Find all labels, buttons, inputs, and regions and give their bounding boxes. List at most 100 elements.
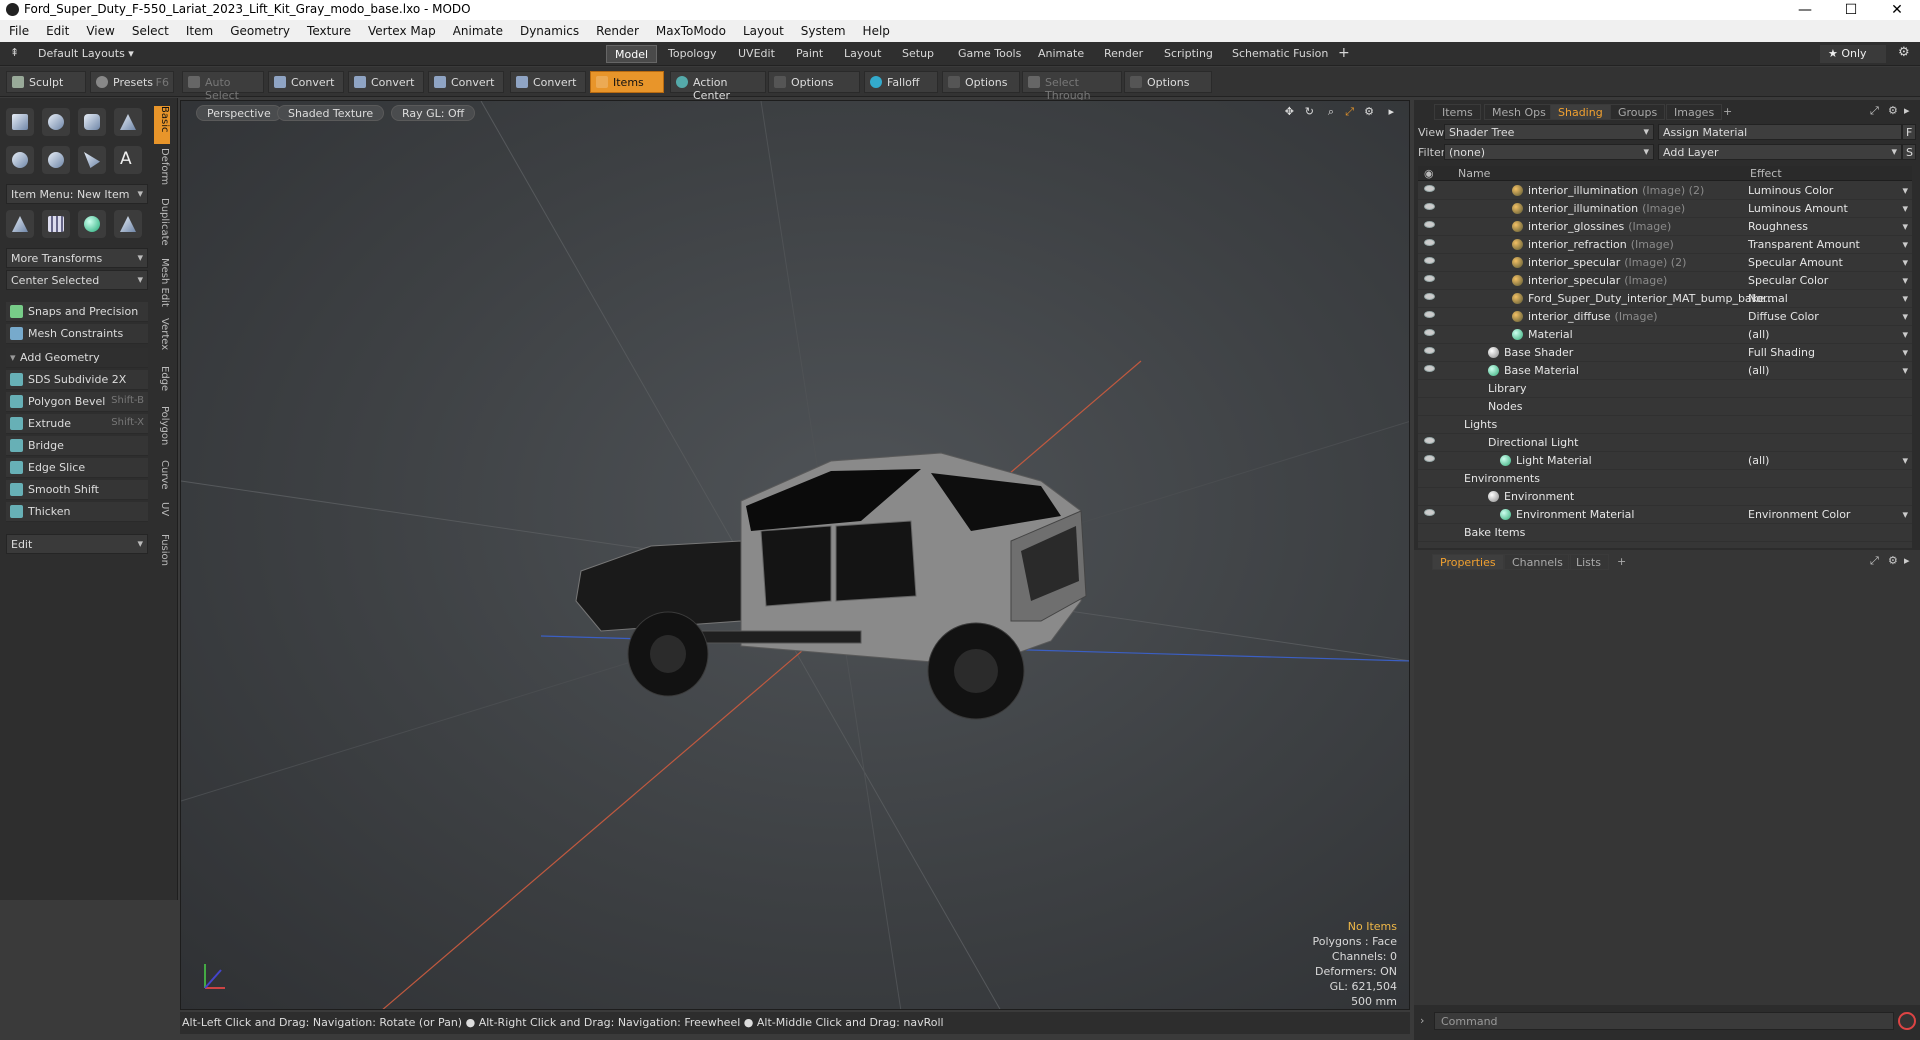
shader-tree-row[interactable]: Nodes bbox=[1418, 398, 1912, 416]
menu-maxtomodo[interactable]: MaxToModo bbox=[647, 20, 734, 38]
menu-dynamics[interactable]: Dynamics bbox=[511, 20, 587, 38]
effect-dropdown[interactable]: Specular Color bbox=[1748, 274, 1910, 287]
vtab-duplicate[interactable]: Duplicate bbox=[154, 198, 170, 250]
tab-animate[interactable]: Animate bbox=[1030, 45, 1092, 63]
polygon-bevel-button[interactable]: Polygon Bevel Shift-B bbox=[6, 392, 148, 412]
visibility-eye-icon[interactable] bbox=[1424, 455, 1435, 462]
edit-dropdown[interactable]: Edit bbox=[6, 534, 148, 554]
menu-texture[interactable]: Texture bbox=[298, 20, 359, 38]
shader-tree-row[interactable]: Library bbox=[1418, 380, 1912, 398]
vtab-polygon[interactable]: Polygon bbox=[154, 406, 170, 450]
menu-animate[interactable]: Animate bbox=[444, 20, 511, 38]
shader-tree-row[interactable]: Bake Items bbox=[1418, 524, 1912, 542]
shader-tree-row[interactable]: interior_specular (Image) Specular Color bbox=[1418, 272, 1912, 290]
vtab-mesh-edit[interactable]: Mesh Edit bbox=[154, 258, 170, 310]
visibility-eye-icon[interactable] bbox=[1424, 203, 1435, 210]
visibility-eye-icon[interactable] bbox=[1424, 347, 1435, 354]
only-toggle[interactable]: ★ Only bbox=[1820, 45, 1886, 63]
minimize-button[interactable]: — bbox=[1782, 0, 1828, 20]
effect-dropdown[interactable]: Full Shading bbox=[1748, 346, 1910, 359]
move-view-icon[interactable]: ✥ bbox=[1285, 105, 1294, 118]
add-tab-button[interactable]: + bbox=[1610, 554, 1633, 570]
effect-dropdown[interactable]: (all) bbox=[1748, 364, 1910, 377]
visibility-eye-icon[interactable] bbox=[1424, 437, 1435, 444]
tab-lists[interactable]: Lists bbox=[1568, 554, 1609, 570]
shader-tree-row[interactable]: Environment bbox=[1418, 488, 1912, 506]
menu-file[interactable]: File bbox=[0, 20, 37, 38]
pyramid-icon[interactable] bbox=[114, 210, 142, 238]
tab-channels[interactable]: Channels bbox=[1504, 554, 1571, 570]
effect-dropdown[interactable]: Transparent Amount bbox=[1748, 238, 1910, 251]
shader-tree-row[interactable]: interior_illumination (Image) (2) Luminous… bbox=[1418, 182, 1912, 200]
shaded-texture-button[interactable]: Shaded Texture bbox=[277, 105, 385, 121]
shader-tree-row[interactable]: interior_diffuse (Image) Diffuse Color bbox=[1418, 308, 1912, 326]
viewport-settings-icon[interactable]: ⚙ bbox=[1364, 105, 1374, 118]
visibility-eye-icon[interactable] bbox=[1424, 509, 1435, 516]
grid-icon[interactable] bbox=[42, 210, 70, 238]
convert-polygons-button[interactable]: Convert bbox=[428, 71, 504, 93]
tab-render[interactable]: Render bbox=[1096, 45, 1151, 63]
panel-settings-icon[interactable]: ⚙ bbox=[1888, 554, 1898, 567]
s-button[interactable]: S bbox=[1902, 144, 1916, 160]
tab-shading[interactable]: Shading bbox=[1550, 104, 1611, 120]
tab-groups[interactable]: Groups bbox=[1610, 104, 1666, 120]
convert-edges-button[interactable]: Convert bbox=[348, 71, 424, 93]
tab-model[interactable]: Model bbox=[606, 45, 658, 63]
sphere-green-icon[interactable] bbox=[78, 210, 106, 238]
filter-dropdown[interactable]: (none) bbox=[1444, 144, 1654, 160]
default-layouts-dropdown[interactable]: Default Layouts ▾ bbox=[38, 47, 134, 60]
convert-materials-button[interactable]: Convert bbox=[510, 71, 586, 93]
items-mode-button[interactable]: Items bbox=[590, 71, 664, 93]
vtab-basic[interactable]: Basic bbox=[154, 106, 170, 144]
effect-dropdown[interactable]: (all) bbox=[1748, 328, 1910, 341]
shader-tree-row[interactable]: interior_glossines (Image) Roughness bbox=[1418, 218, 1912, 236]
visibility-eye-icon[interactable] bbox=[1424, 311, 1435, 318]
vtab-curve[interactable]: Curve bbox=[154, 460, 170, 494]
visibility-eye-icon[interactable] bbox=[1424, 257, 1435, 264]
transform-icon[interactable] bbox=[6, 210, 34, 238]
view-dropdown[interactable]: Shader Tree bbox=[1444, 124, 1654, 140]
select-options-button[interactable]: Options bbox=[1124, 71, 1212, 93]
falloff-button[interactable]: Falloff bbox=[864, 71, 938, 93]
effect-dropdown[interactable]: (all) bbox=[1748, 454, 1910, 467]
visibility-eye-icon[interactable] bbox=[1424, 275, 1435, 282]
thicken-button[interactable]: Thicken bbox=[6, 502, 148, 522]
presets-button[interactable]: Presets F6 bbox=[90, 71, 174, 93]
fit-view-icon[interactable]: ⤢ bbox=[1345, 105, 1354, 119]
shader-tree-row[interactable]: Base Shader Full Shading bbox=[1418, 344, 1912, 362]
smooth-shift-button[interactable]: Smooth Shift bbox=[6, 480, 148, 500]
effect-dropdown[interactable]: Diffuse Color bbox=[1748, 310, 1910, 323]
menu-item[interactable]: Item bbox=[177, 20, 221, 38]
menu-layout[interactable]: Layout bbox=[734, 20, 792, 38]
add-layer-dropdown[interactable]: Add Layer bbox=[1658, 144, 1902, 160]
action-center-options-button[interactable]: Options bbox=[768, 71, 860, 93]
menu-render[interactable]: Render bbox=[587, 20, 647, 38]
tab-game-tools[interactable]: Game Tools bbox=[950, 45, 1029, 63]
effect-column-header[interactable]: Effect bbox=[1750, 167, 1782, 180]
menu-edit[interactable]: Edit bbox=[37, 20, 77, 38]
visibility-eye-icon[interactable] bbox=[1424, 185, 1435, 192]
record-macro-icon[interactable] bbox=[1898, 1012, 1916, 1030]
effect-dropdown[interactable]: Luminous Color bbox=[1748, 184, 1910, 197]
effect-dropdown[interactable]: Roughness bbox=[1748, 220, 1910, 233]
edge-slice-button[interactable]: Edge Slice bbox=[6, 458, 148, 478]
menu-vertex-map[interactable]: Vertex Map bbox=[359, 20, 444, 38]
sculpt-button[interactable]: Sculpt bbox=[6, 71, 86, 93]
convert-vertices-button[interactable]: Convert bbox=[268, 71, 344, 93]
add-geometry-header[interactable]: ▾ Add Geometry bbox=[6, 348, 148, 368]
shader-tree-row[interactable]: interior_specular (Image) (2) Specular Amo… bbox=[1418, 254, 1912, 272]
visibility-eye-icon[interactable] bbox=[1424, 329, 1435, 336]
shader-tree-row[interactable]: Environments bbox=[1418, 470, 1912, 488]
vtab-fusion[interactable]: Fusion bbox=[154, 534, 170, 570]
panel-menu-icon[interactable]: ▸ bbox=[1904, 554, 1910, 567]
torus-primitive-icon[interactable] bbox=[6, 146, 34, 174]
effect-dropdown[interactable]: Specular Amount bbox=[1748, 256, 1910, 269]
rotate-view-icon[interactable]: ↻ bbox=[1305, 105, 1314, 118]
assign-material-button[interactable]: Assign Material bbox=[1658, 124, 1902, 140]
command-input[interactable]: Command bbox=[1434, 1012, 1894, 1030]
zoom-view-icon[interactable]: ⌕ bbox=[1328, 105, 1334, 119]
panel-menu-icon[interactable]: ▸ bbox=[1904, 104, 1910, 117]
menu-select[interactable]: Select bbox=[123, 20, 177, 38]
shader-tree-row[interactable]: Material (all) bbox=[1418, 326, 1912, 344]
auto-select-button[interactable]: Auto Select bbox=[182, 71, 264, 102]
